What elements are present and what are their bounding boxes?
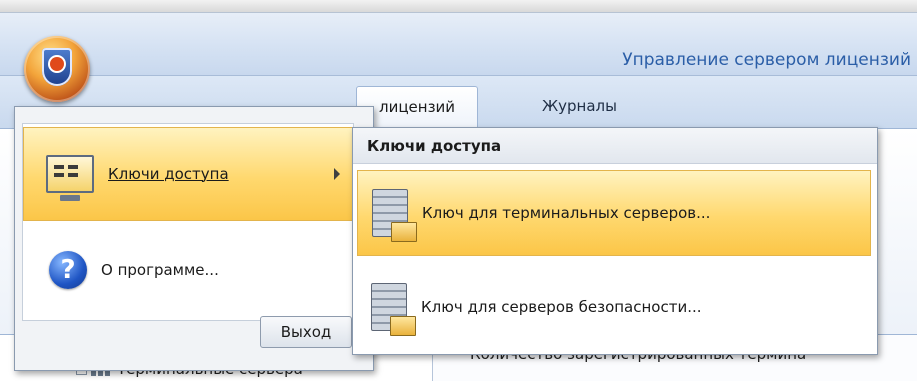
menu-item-label: Ключ для серверов безопасности... [421, 298, 702, 316]
chevron-right-icon [334, 168, 340, 180]
menu-item-terminal-server-key[interactable]: Ключ для терминальных серверов... [357, 170, 871, 256]
exit-button[interactable]: Выход [260, 316, 352, 348]
title-bar: Управление сервером лицензий [0, 13, 917, 76]
application-menu-items: Ключи доступа ? О программе... [22, 123, 354, 321]
shield-logo-icon [42, 48, 72, 86]
tab-logs[interactable]: Журналы [520, 86, 639, 128]
keys-monitor-icon [46, 155, 94, 201]
menu-item-about[interactable]: ? О программе... [23, 223, 353, 317]
access-keys-submenu: Ключи доступа Ключ для терминальных серв… [352, 127, 878, 355]
menu-item-label: О программе... [101, 261, 219, 279]
help-icon: ? [49, 251, 87, 289]
screen-top-strip [0, 0, 917, 13]
menu-item-access-keys[interactable]: Ключи доступа [23, 127, 353, 221]
window-title: Управление сервером лицензий [622, 50, 911, 70]
menu-item-security-server-key[interactable]: Ключ для серверов безопасности... [357, 264, 871, 350]
tab-licenses[interactable]: лицензий [356, 86, 479, 129]
server-key-icon [371, 283, 416, 336]
application-button[interactable] [24, 36, 90, 102]
submenu-title: Ключи доступа [353, 128, 877, 164]
menu-item-label: Ключи доступа [108, 165, 229, 183]
menu-item-label: Ключ для терминальных серверов... [422, 204, 711, 222]
server-key-icon [372, 189, 417, 242]
